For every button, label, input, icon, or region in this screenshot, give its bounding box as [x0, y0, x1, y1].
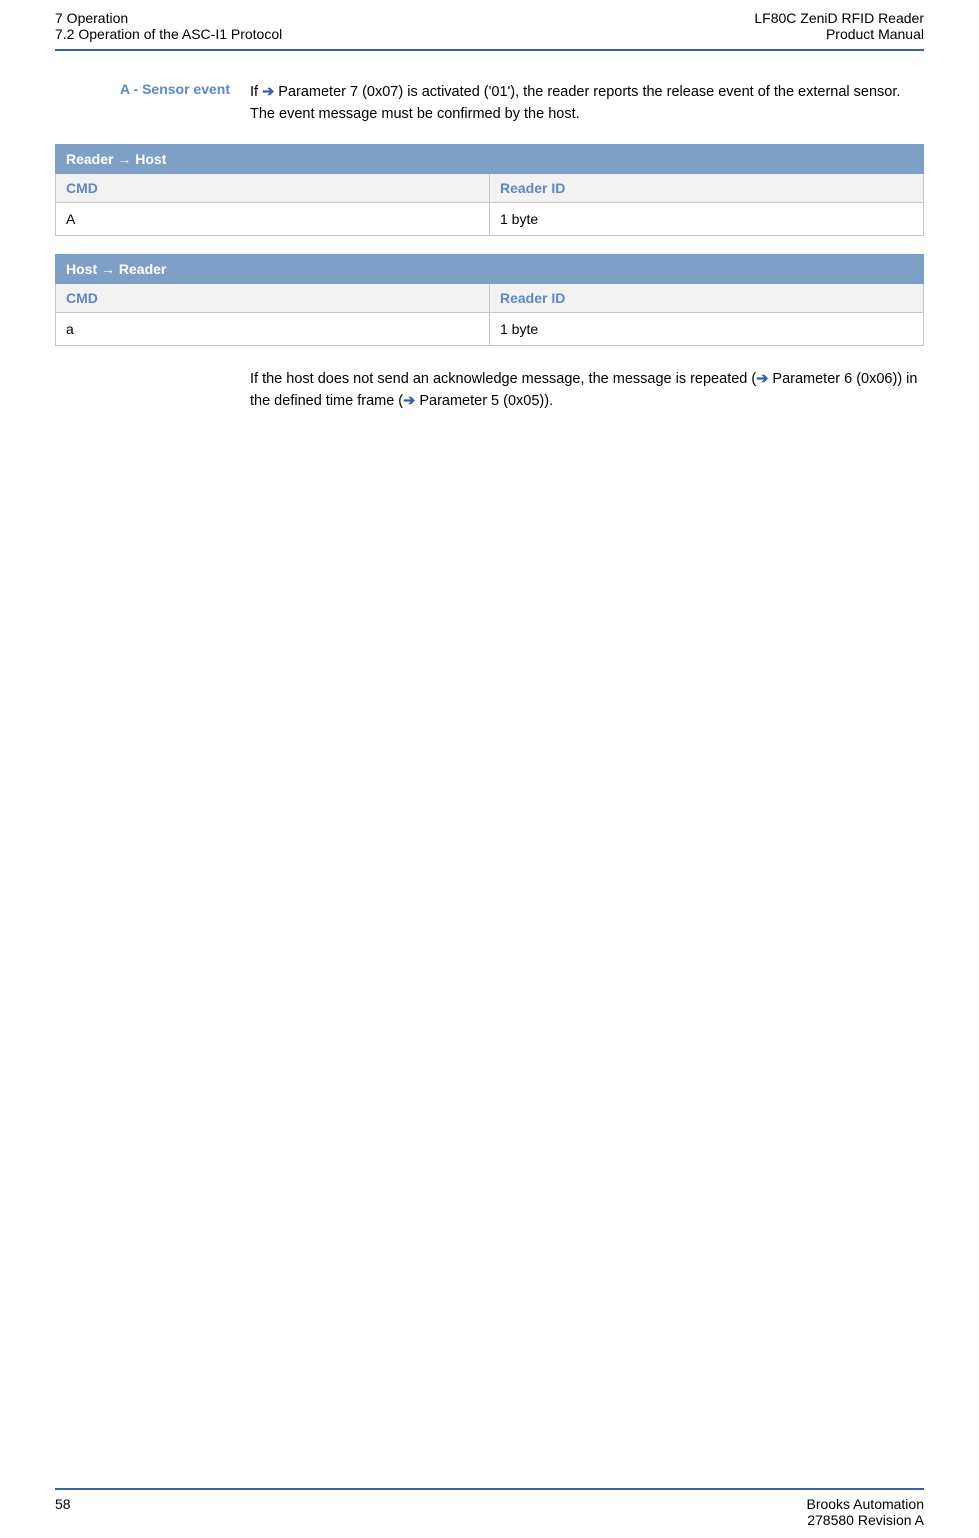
table1-rid-value: 1 byte	[490, 202, 924, 235]
header-section: 7.2 Operation of the ASC-I1 Protocol	[55, 26, 282, 42]
after-paragraph: If the host does not send an acknowledge…	[55, 368, 924, 413]
arrow-icon: ➔	[403, 393, 415, 409]
footer-company: Brooks Automation	[806, 1496, 924, 1512]
table2-rid-value: 1 byte	[490, 312, 924, 345]
after-param6: Parameter 6 (0x06)	[772, 371, 897, 387]
header-chapter: 7 Operation	[55, 10, 282, 26]
arrow-icon: ➔	[262, 84, 274, 100]
table2-banner: Host → Reader	[56, 254, 924, 283]
arrow-icon: ➔	[756, 371, 768, 387]
table2-cmd-value: a	[56, 312, 490, 345]
table1-cmd-value: A	[56, 202, 490, 235]
table1-col-cmd: CMD	[56, 173, 490, 202]
table1-col-readerid: Reader ID	[490, 173, 924, 202]
page-footer: 58 Brooks Automation 278580 Revision A	[55, 1488, 924, 1528]
header-right: LF80C ZeniD RFID Reader Product Manual	[754, 10, 924, 42]
intro-paragraph: If ➔ Parameter 7 (0x07) is activated ('0…	[250, 81, 924, 126]
table2-col-cmd: CMD	[56, 283, 490, 312]
header-doc-type: Product Manual	[754, 26, 924, 42]
footer-row: 58 Brooks Automation 278580 Revision A	[55, 1496, 924, 1528]
table1-banner: Reader → Host	[56, 144, 924, 173]
intro-text-1: If	[250, 84, 262, 100]
after-param5: Parameter 5 (0x05)	[419, 393, 544, 409]
after-text-1: If the host does not send an acknowledge…	[250, 371, 756, 387]
table-row: a 1 byte	[56, 312, 924, 345]
header-left: 7 Operation 7.2 Operation of the ASC-I1 …	[55, 10, 282, 42]
side-label-sensor-event: A - Sensor event	[55, 81, 250, 97]
page-header: 7 Operation 7.2 Operation of the ASC-I1 …	[0, 0, 979, 47]
table-row: A 1 byte	[56, 202, 924, 235]
content-area: A - Sensor event If ➔ Parameter 7 (0x07)…	[0, 51, 979, 413]
section-row: A - Sensor event If ➔ Parameter 7 (0x07)…	[55, 81, 924, 126]
intro-param7: Parameter 7 (0x07)	[278, 84, 403, 100]
page-number: 58	[55, 1496, 71, 1528]
table-host-to-reader: Host → Reader CMD Reader ID a 1 byte	[55, 254, 924, 346]
header-product: LF80C ZeniD RFID Reader	[754, 10, 924, 26]
footer-rule	[55, 1488, 924, 1490]
footer-revision: 278580 Revision A	[806, 1512, 924, 1528]
after-text-3: ).	[544, 393, 553, 409]
footer-right: Brooks Automation 278580 Revision A	[806, 1496, 924, 1528]
table2-col-readerid: Reader ID	[490, 283, 924, 312]
table-reader-to-host: Reader → Host CMD Reader ID A 1 byte	[55, 144, 924, 236]
